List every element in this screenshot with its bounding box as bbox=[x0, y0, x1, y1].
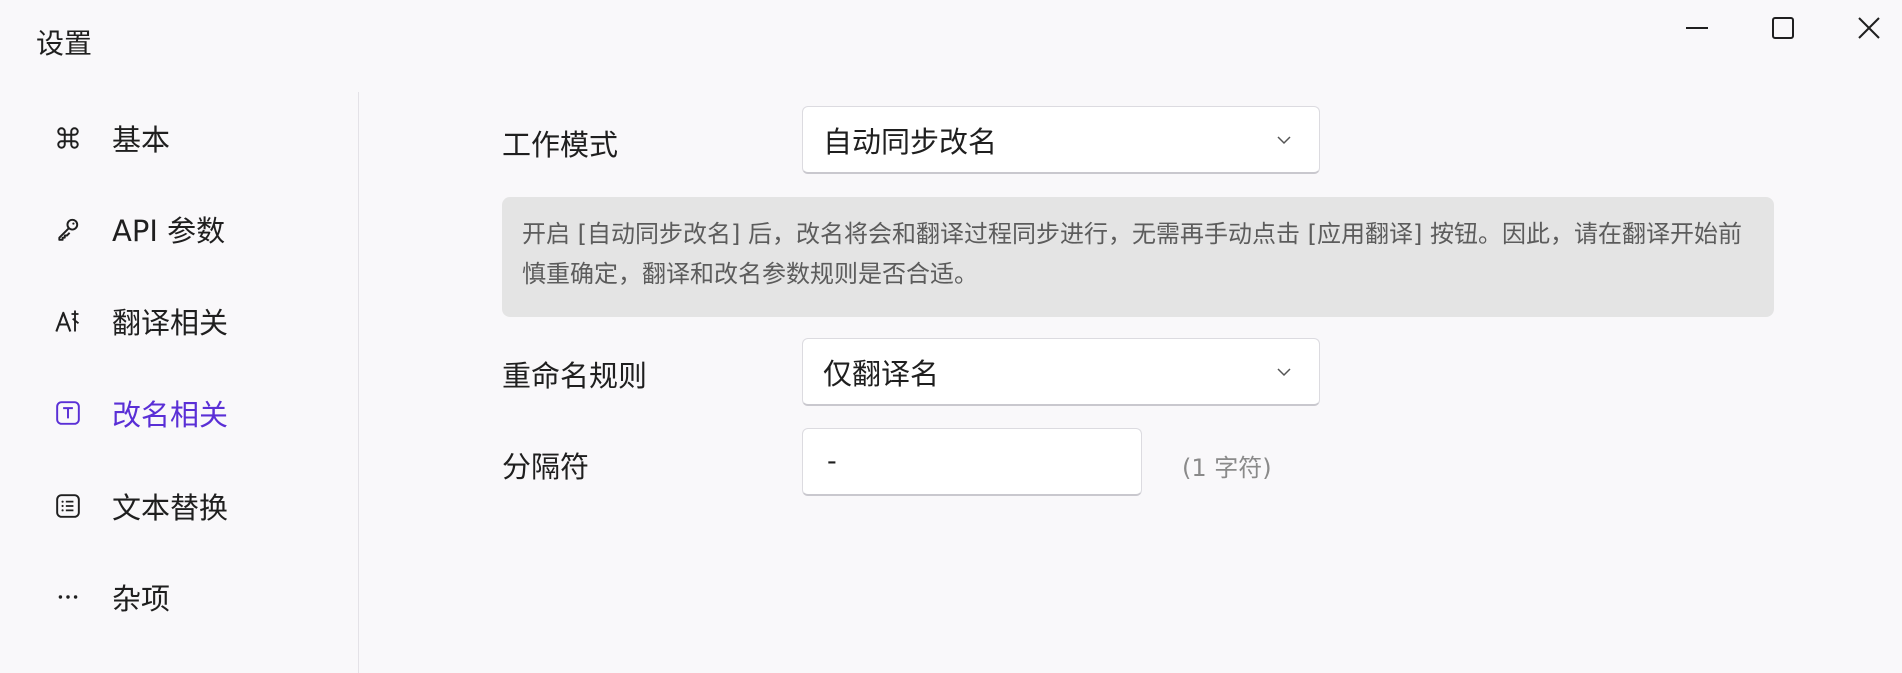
separator-label: 分隔符 bbox=[502, 450, 590, 484]
translate-icon bbox=[50, 303, 86, 339]
info-notice: 开启 [自动同步改名] 后，改名将会和翻译过程同步进行，无需再手动点击 [应用翻… bbox=[502, 197, 1774, 317]
rename-rule-value: 仅翻译名 bbox=[823, 356, 940, 391]
list-icon bbox=[50, 488, 86, 524]
more-icon bbox=[50, 579, 86, 615]
command-icon bbox=[50, 120, 86, 156]
sidebar-item-api-params[interactable]: API 参数 bbox=[36, 199, 336, 259]
key-icon bbox=[50, 211, 86, 247]
text-box-icon bbox=[50, 395, 86, 431]
minimize-button[interactable] bbox=[1654, 0, 1740, 56]
rename-rule-select[interactable]: 仅翻译名 bbox=[802, 338, 1320, 406]
separator-input[interactable] bbox=[802, 428, 1142, 496]
work-mode-label: 工作模式 bbox=[502, 128, 619, 162]
sidebar-item-label: API 参数 bbox=[112, 214, 226, 248]
close-icon bbox=[1858, 17, 1880, 39]
sidebar-item-text-replace[interactable]: 文本替换 bbox=[36, 476, 336, 536]
rename-rule-label: 重命名规则 bbox=[502, 359, 648, 393]
sidebar-divider bbox=[358, 92, 359, 673]
sidebar-item-translation[interactable]: 翻译相关 bbox=[36, 291, 336, 351]
title-bar: 设置 bbox=[0, 0, 1902, 88]
sidebar-item-label: 基本 bbox=[112, 123, 171, 157]
sidebar-item-label: 翻译相关 bbox=[112, 306, 229, 340]
maximize-icon bbox=[1772, 17, 1794, 39]
sidebar-item-label: 杂项 bbox=[112, 582, 171, 616]
sidebar-item-misc[interactable]: 杂项 bbox=[36, 567, 336, 627]
chevron-down-icon bbox=[1269, 125, 1299, 155]
sidebar-item-label: 改名相关 bbox=[112, 398, 229, 432]
chevron-down-icon bbox=[1269, 357, 1299, 387]
sidebar-item-label: 文本替换 bbox=[112, 491, 229, 525]
sidebar-item-basic[interactable]: 基本 bbox=[36, 108, 336, 168]
minimize-icon bbox=[1686, 27, 1708, 29]
sidebar: 基本 API 参数 翻译相关 改名相关 文本替换 杂项 bbox=[0, 92, 358, 673]
work-mode-value: 自动同步改名 bbox=[823, 124, 998, 159]
work-mode-select[interactable]: 自动同步改名 bbox=[802, 106, 1320, 174]
close-button[interactable] bbox=[1826, 0, 1902, 56]
maximize-button[interactable] bbox=[1740, 0, 1826, 56]
window-title: 设置 bbox=[36, 27, 93, 60]
settings-window: 设置 基本 API 参数 翻译相关 改名相关 文本替换 杂项 工作模式 自动同步… bbox=[0, 0, 1902, 673]
sidebar-item-rename[interactable]: 改名相关 bbox=[36, 383, 336, 443]
separator-hint: (1 字符) bbox=[1182, 454, 1272, 482]
